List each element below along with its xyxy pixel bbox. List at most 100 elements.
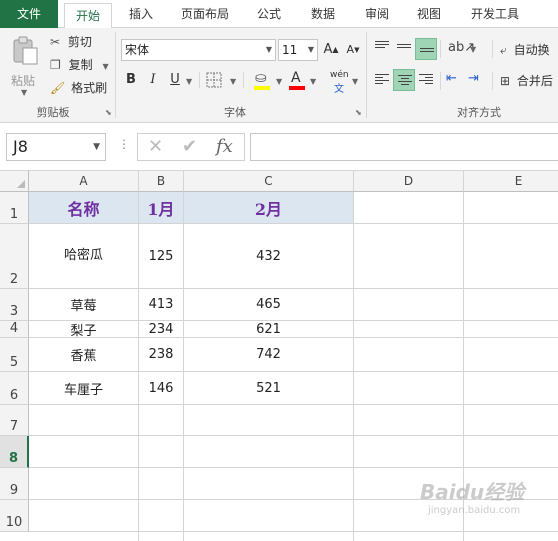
merge-center-button[interactable]: ⊞ 合并后 <box>500 71 553 91</box>
column-header-e[interactable]: E <box>464 171 558 192</box>
shrink-font-button[interactable]: A▼ <box>343 40 363 60</box>
cancel-icon[interactable]: ✕ <box>148 136 163 157</box>
cell-b4[interactable]: 234 <box>139 321 183 337</box>
cell-c3[interactable]: 465 <box>184 289 353 320</box>
row-header-7[interactable]: 7 <box>0 405 29 436</box>
wrap-text-button[interactable]: ⤶ 自动换 <box>500 40 550 60</box>
font-color-swatch <box>289 86 305 90</box>
align-left-button[interactable] <box>371 69 393 91</box>
align-bottom-icon <box>420 48 434 60</box>
align-top-button[interactable] <box>371 38 393 60</box>
select-all-button[interactable] <box>0 171 29 192</box>
column-header-a[interactable]: A <box>29 171 139 192</box>
grow-font-button[interactable]: A▲ <box>321 40 341 60</box>
tab-home[interactable]: 开始 <box>64 3 112 29</box>
cut-button[interactable]: ✂ 剪切 <box>50 32 92 52</box>
column-header-d[interactable]: D <box>354 171 464 192</box>
italic-button[interactable]: I <box>143 70 163 90</box>
font-name-combo[interactable]: 宋体 ▼ <box>121 39 276 61</box>
column-header-c[interactable]: C <box>184 171 354 192</box>
row-header-8[interactable]: 8 <box>0 436 29 468</box>
cell-c5[interactable]: 742 <box>184 338 353 371</box>
row-header-2[interactable]: 2 <box>0 224 29 289</box>
merge-icon: ⊞ <box>500 74 511 88</box>
wrap-text-label: 自动换 <box>513 43 550 57</box>
align-center-button[interactable] <box>393 69 415 91</box>
fx-button[interactable]: fx <box>216 136 233 157</box>
increase-indent-button[interactable]: ⇥ <box>468 71 488 91</box>
orientation-dropdown-icon[interactable]: ▼ <box>470 45 476 54</box>
row-header-1[interactable]: 1 <box>0 192 29 224</box>
cell-c4[interactable]: 621 <box>184 321 353 337</box>
font-group-label: 字体 <box>224 106 246 119</box>
paste-dropdown-icon: ▼ <box>21 88 28 97</box>
underline-dropdown-icon[interactable]: ▼ <box>186 77 192 86</box>
fill-color-swatch <box>254 86 270 90</box>
cell-a1[interactable]: 名称 <box>29 192 138 223</box>
more-icon: ⋮ <box>118 137 130 151</box>
tab-file[interactable]: 文件 <box>0 0 58 28</box>
cell-a4[interactable]: 梨子 <box>29 321 138 339</box>
format-painter-label: 格式刷 <box>71 81 108 95</box>
orientation-button[interactable]: ab↗ <box>448 40 475 60</box>
bold-button[interactable]: B <box>121 70 141 90</box>
align-bottom-button[interactable] <box>415 38 437 60</box>
tab-review[interactable]: 审阅 <box>354 0 400 28</box>
font-color-dropdown-icon[interactable]: ▼ <box>310 77 316 86</box>
underline-button[interactable]: U <box>165 70 185 90</box>
tab-developer[interactable]: 开发工具 <box>460 0 530 28</box>
fill-color-dropdown-icon[interactable]: ▼ <box>276 77 282 86</box>
align-left-icon <box>375 74 389 86</box>
cell-c1[interactable]: 2月 <box>184 192 353 223</box>
scissors-icon: ✂ <box>50 35 61 49</box>
font-launcher-icon[interactable]: ⬊ <box>355 108 364 117</box>
borders-button[interactable] <box>206 72 224 88</box>
row-header-3[interactable]: 3 <box>0 289 29 321</box>
ribbon-home: 粘贴 ▼ ✂ 剪切 ❐ 复制 ▼ 🖌 格式刷 剪贴板 ⬊ 宋体 ▼ 11 ▼ A… <box>0 28 558 123</box>
formula-input[interactable] <box>250 133 558 161</box>
phonetic-button[interactable]: wén 文 <box>328 70 352 95</box>
tab-view[interactable]: 视图 <box>406 0 452 28</box>
paste-button[interactable]: 粘贴 ▼ <box>6 34 44 97</box>
cell-a6[interactable]: 车厘子 <box>29 372 138 404</box>
copy-button[interactable]: ❐ 复制 ▼ <box>50 55 109 75</box>
cell-b1[interactable]: 1月 <box>139 192 183 223</box>
decrease-indent-button[interactable]: ⇤ <box>446 71 466 91</box>
clipboard-launcher-icon[interactable]: ⬊ <box>105 108 114 117</box>
cell-b6[interactable]: 146 <box>139 372 183 404</box>
format-painter-button[interactable]: 🖌 格式刷 <box>50 78 107 98</box>
name-box[interactable]: J8 ▼ <box>6 133 106 161</box>
clipboard-group-label: 剪贴板 <box>36 106 70 119</box>
worksheet-grid[interactable]: A B C D E 1 2 3 4 5 6 7 8 9 10 名称 1月 2月 … <box>0 171 558 541</box>
phonetic-dropdown-icon[interactable]: ▼ <box>352 77 358 86</box>
row-header-4[interactable]: 4 <box>0 321 29 338</box>
tab-formulas[interactable]: 公式 <box>246 0 292 28</box>
font-color-button[interactable]: A <box>287 70 307 92</box>
row-header-5[interactable]: 5 <box>0 338 29 372</box>
row-header-9[interactable]: 9 <box>0 468 29 500</box>
borders-dropdown-icon[interactable]: ▼ <box>230 77 236 86</box>
align-right-button[interactable] <box>415 69 437 91</box>
cell-c6[interactable]: 521 <box>184 372 353 404</box>
cell-a3[interactable]: 草莓 <box>29 289 138 320</box>
chevron-down-icon: ▼ <box>93 142 100 152</box>
alignment-group-label: 对齐方式 <box>457 106 501 119</box>
enter-icon[interactable]: ✔ <box>182 136 197 157</box>
font-size-combo[interactable]: 11 ▼ <box>278 39 318 61</box>
cell-a2[interactable]: 哈密瓜 <box>29 224 138 288</box>
cell-b3[interactable]: 413 <box>139 289 183 320</box>
cell-b2[interactable]: 125 <box>139 224 183 288</box>
formula-bar: J8 ▼ ⋮ ✕ ✔ fx <box>0 123 558 171</box>
tab-data[interactable]: 数据 <box>300 0 346 28</box>
tab-insert[interactable]: 插入 <box>118 0 164 28</box>
cell-c2[interactable]: 432 <box>184 224 353 288</box>
tab-page-layout[interactable]: 页面布局 <box>172 0 238 28</box>
row-header-6[interactable]: 6 <box>0 372 29 405</box>
align-middle-button[interactable] <box>393 38 415 60</box>
column-header-b[interactable]: B <box>139 171 184 192</box>
cell-a5[interactable]: 香蕉 <box>29 338 138 371</box>
row-header-10[interactable]: 10 <box>0 500 29 532</box>
cell-b5[interactable]: 238 <box>139 338 183 371</box>
group-divider <box>115 32 116 118</box>
fill-color-button[interactable]: ⛀ <box>252 70 274 92</box>
